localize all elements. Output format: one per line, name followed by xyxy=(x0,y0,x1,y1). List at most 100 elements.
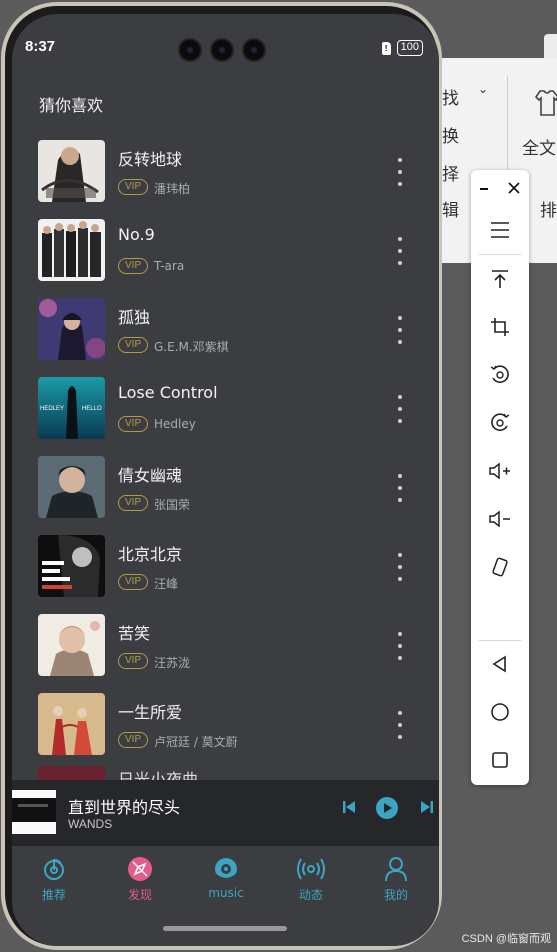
more-options-icon[interactable] xyxy=(390,316,410,344)
status-time: 8:37 xyxy=(25,38,56,55)
song-artist: 汪苏泷 xyxy=(154,656,191,670)
tab-label: 我的 xyxy=(383,888,408,902)
song-artist: T-ara xyxy=(154,259,185,273)
song-artist: 卢冠廷 / 莫文蔚 xyxy=(154,735,238,749)
more-options-icon[interactable] xyxy=(390,237,410,265)
more-options-icon[interactable] xyxy=(390,395,410,423)
close-button[interactable] xyxy=(499,170,529,206)
vip-badge: VIP xyxy=(118,732,149,748)
tab-recommend[interactable]: 推荐 xyxy=(19,856,89,903)
divider xyxy=(479,640,521,641)
vip-badge: VIP xyxy=(118,179,149,195)
tab-label: 发现 xyxy=(127,888,152,902)
menu-button[interactable] xyxy=(471,212,529,248)
minimize-button[interactable] xyxy=(469,170,499,206)
song-title: 倩女幽魂 xyxy=(118,466,183,485)
bottom-tab-bar: 推荐 发现 music 动态 我的 xyxy=(12,846,439,946)
home-indicator[interactable] xyxy=(163,926,287,931)
album-cover xyxy=(38,456,105,518)
more-options-icon[interactable] xyxy=(390,553,410,581)
rotate-right-icon xyxy=(491,413,510,432)
more-options-icon[interactable] xyxy=(390,711,410,739)
volume-down-button[interactable] xyxy=(471,501,529,537)
song-title: 一生所爱 xyxy=(118,703,183,722)
floating-tool-panel xyxy=(471,170,529,785)
song-row[interactable]: No.9 VIP T-ara xyxy=(12,211,439,290)
status-indicators: ! 100 xyxy=(381,40,423,56)
discover-icon xyxy=(128,857,152,881)
volume-up-button[interactable] xyxy=(471,453,529,489)
now-playing-artist: WANDS xyxy=(68,817,113,831)
shirt-icon[interactable] xyxy=(534,88,557,118)
album-cover xyxy=(38,614,105,676)
rotate-right-button[interactable] xyxy=(471,405,529,441)
recommend-icon xyxy=(44,858,64,880)
more-options-icon[interactable] xyxy=(390,158,410,186)
tab-activity[interactable]: 动态 xyxy=(276,856,346,903)
tab-label: music xyxy=(208,886,244,900)
tab-discover[interactable]: 发现 xyxy=(105,856,175,903)
tab-label: 动态 xyxy=(298,888,323,902)
ribbon-item-find[interactable]: 找 xyxy=(442,84,459,109)
tab-profile[interactable]: 我的 xyxy=(361,856,431,903)
play-button-icon[interactable] xyxy=(376,797,398,819)
song-row[interactable]: 反转地球 VIP 潘玮柏 xyxy=(12,132,439,211)
song-title: 孤独 xyxy=(118,308,151,327)
ribbon-item-fulltext[interactable]: 全文 xyxy=(522,134,556,159)
song-row[interactable]: 北京北京 VIP 汪峰 xyxy=(12,527,439,606)
volume-down-icon xyxy=(489,510,510,528)
album-cover xyxy=(38,140,105,202)
album-cover xyxy=(38,298,105,360)
vip-badge: VIP xyxy=(118,416,149,432)
chevron-down-icon[interactable]: ⌄ xyxy=(478,82,488,96)
song-row[interactable]: 一生所爱 VIP 卢冠廷 / 莫文蔚 xyxy=(12,685,439,764)
previous-track-icon[interactable] xyxy=(342,800,356,814)
now-playing-title: 直到世界的尽头 xyxy=(68,798,181,817)
vip-badge: VIP xyxy=(118,337,149,353)
song-row[interactable]: HEDLEY HELLO Lose Control VIP Hedley xyxy=(12,369,439,448)
minimize-icon xyxy=(480,188,488,190)
watermark: CSDN @临窗而观 xyxy=(461,933,551,945)
song-title: Lose Control xyxy=(118,383,218,402)
scroll-top-button[interactable] xyxy=(471,261,529,297)
arrow-to-top-icon xyxy=(492,270,508,288)
volume-up-icon xyxy=(489,462,510,480)
song-artist: 汪峰 xyxy=(154,577,179,591)
song-row[interactable]: 倩女幽魂 VIP 张国荣 xyxy=(12,448,439,527)
crop-button[interactable] xyxy=(471,309,529,345)
rotate-left-icon xyxy=(490,365,509,384)
divider xyxy=(479,254,521,255)
rotate-left-button[interactable] xyxy=(471,357,529,393)
phone-bezel: 8:37 ! 100 猜你喜欢 反转地球 VIP 潘玮柏 No.9 VIP T-… xyxy=(5,6,439,946)
album-cover xyxy=(38,535,105,597)
vip-badge: VIP xyxy=(118,495,149,511)
song-title: 北京北京 xyxy=(118,545,183,564)
vip-badge: VIP xyxy=(118,574,149,590)
tab-music[interactable]: music xyxy=(191,856,261,900)
song-title: 苦笑 xyxy=(118,624,151,643)
mini-player[interactable]: 直到世界的尽头 WANDS xyxy=(12,780,439,846)
more-options-icon[interactable] xyxy=(390,474,410,502)
song-title: No.9 xyxy=(118,225,155,244)
more-options-icon[interactable] xyxy=(390,632,410,660)
ribbon-item-select[interactable]: 择 xyxy=(442,160,459,185)
camera-lens-icon xyxy=(210,38,234,62)
tab-label: 推荐 xyxy=(41,888,66,902)
recents-button[interactable] xyxy=(471,742,529,778)
phone-frame: 8:37 ! 100 猜你喜欢 反转地球 VIP 潘玮柏 No.9 VIP T-… xyxy=(1,2,442,950)
next-track-icon[interactable] xyxy=(420,800,434,814)
vip-badge: VIP xyxy=(118,258,149,274)
ribbon-item-replace[interactable]: 换 xyxy=(442,122,459,147)
song-row[interactable]: 苦笑 VIP 汪苏泷 xyxy=(12,606,439,685)
home-button[interactable] xyxy=(471,694,529,730)
battery-indicator: 100 xyxy=(396,40,423,56)
song-artist: 潘玮柏 xyxy=(154,182,191,196)
back-button[interactable] xyxy=(471,646,529,682)
rotate-screen-button[interactable] xyxy=(471,549,529,585)
crop-icon xyxy=(491,318,509,336)
song-row[interactable]: 孤独 VIP G.E.M.邓紫棋 xyxy=(12,290,439,369)
camera-lens-icon xyxy=(178,38,202,62)
ribbon-group-edit: 辑 xyxy=(442,201,459,220)
phone-screen: 8:37 ! 100 猜你喜欢 反转地球 VIP 潘玮柏 No.9 VIP T-… xyxy=(12,14,439,946)
ribbon-group-layout: 排 xyxy=(540,201,557,220)
